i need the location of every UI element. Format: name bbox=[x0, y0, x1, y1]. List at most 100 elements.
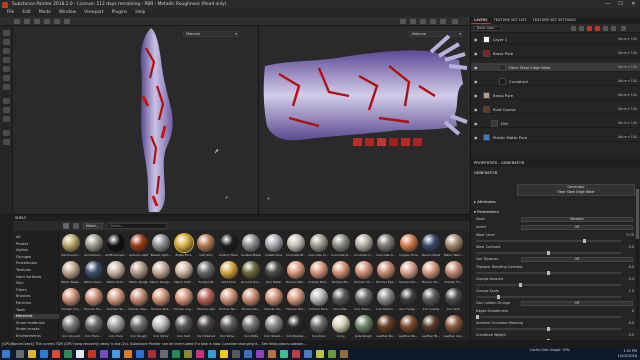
app-icon[interactable] bbox=[316, 350, 324, 358]
generator-selector[interactable]: Generator Fiber Steel Edge Wear bbox=[517, 184, 635, 196]
material-tile[interactable]: Carbon Fiber bbox=[218, 233, 240, 259]
material-tile[interactable]: Iron Ground bbox=[60, 314, 82, 340]
eye-visibility-icon[interactable]: ◉ bbox=[474, 135, 478, 140]
app-icon[interactable] bbox=[292, 350, 300, 358]
material-tile[interactable]: Aluminium... bbox=[83, 233, 105, 259]
viewport-2d[interactable]: Material ▾ ➚ ✛ bbox=[13, 26, 258, 214]
material-tile[interactable]: Iron Ham... bbox=[83, 314, 105, 340]
layer-row[interactable]: ◉ Brass Pure Norm ▾ 100 bbox=[471, 49, 640, 58]
material-tile[interactable]: Iron Forge... bbox=[398, 287, 420, 313]
shelf-category[interactable]: Alphas bbox=[16, 248, 28, 253]
texture-set-icon[interactable] bbox=[3, 98, 10, 104]
menu-plugins[interactable]: Plugins bbox=[108, 9, 132, 17]
material-tile[interactable]: Footprints bbox=[195, 260, 217, 286]
angle-icon[interactable] bbox=[54, 19, 60, 24]
material-tile[interactable]: Iron Grainy bbox=[420, 287, 442, 313]
material-tile[interactable]: Human Eye... bbox=[375, 260, 397, 286]
viewport-3d[interactable]: Material ▾ ✛ bbox=[258, 26, 470, 214]
material-tile[interactable]: Aluminium... bbox=[60, 233, 82, 259]
layer-row[interactable]: ◉ Curvature Norm ▾ 100 bbox=[471, 77, 640, 86]
substance-painter-icon[interactable] bbox=[148, 350, 156, 358]
duplicate-layer-icon[interactable] bbox=[611, 26, 616, 31]
app-icon[interactable] bbox=[256, 350, 264, 358]
material-tile[interactable]: Gold Pure bbox=[218, 260, 240, 286]
polygon-fill-icon[interactable] bbox=[3, 57, 10, 63]
slider-handle[interactable] bbox=[547, 271, 550, 275]
projection-icon[interactable] bbox=[3, 48, 10, 54]
param-value[interactable]: 0.5 bbox=[629, 333, 634, 338]
app-icon[interactable] bbox=[172, 350, 180, 358]
material-tile[interactable]: Denim Rivet bbox=[420, 233, 442, 259]
eye-visibility-icon[interactable]: ◉ bbox=[474, 51, 478, 56]
material-tile[interactable]: Leather Bi... bbox=[420, 314, 442, 340]
tab-texture-set-settings[interactable]: TEXTURE SET SETTINGS bbox=[530, 17, 579, 24]
material-tile[interactable]: Human Fac... bbox=[398, 260, 420, 286]
material-tile[interactable]: Concrete S... bbox=[353, 233, 375, 259]
scrollbar-thumb[interactable] bbox=[636, 189, 639, 239]
tab-texture-set-list[interactable]: TEXTURE SET LIST bbox=[491, 17, 530, 24]
material-tile[interactable]: Gun Metal bbox=[263, 260, 285, 286]
app-icon[interactable] bbox=[232, 350, 240, 358]
material-tile[interactable]: Human Fo... bbox=[443, 260, 465, 286]
app-icon[interactable] bbox=[88, 350, 96, 358]
app-icon[interactable] bbox=[184, 350, 192, 358]
material-tile[interactable]: Iron Slat bbox=[173, 314, 195, 340]
param-slider[interactable] bbox=[476, 239, 621, 243]
app-icon[interactable] bbox=[160, 350, 168, 358]
material-tile[interactable]: Iron Diamo... bbox=[375, 287, 397, 313]
windows-start-icon[interactable] bbox=[2, 350, 10, 358]
material-tile[interactable]: Fabric Rough bbox=[128, 260, 150, 286]
param-dropdown[interactable]: Random bbox=[521, 217, 633, 222]
file-explorer-icon[interactable] bbox=[28, 350, 36, 358]
layer-row[interactable]: ◉ Fiber Steel Edge Wear Norm ▾ 100 bbox=[471, 63, 640, 72]
param-value[interactable]: 0.75 bbox=[626, 233, 634, 238]
material-tile[interactable]: Leather Cla... bbox=[443, 314, 465, 340]
app-icon[interactable] bbox=[220, 350, 228, 358]
app-icon[interactable] bbox=[340, 350, 348, 358]
layer-row[interactable]: ◉ Rust Coarse Norm ▾ 100 bbox=[471, 105, 640, 114]
edge-icon[interactable] bbox=[40, 350, 48, 358]
layer-blend-opacity[interactable]: Norm ▾ 100 bbox=[618, 105, 637, 114]
material-tile[interactable]: Concrete S... bbox=[375, 233, 397, 259]
param-value[interactable]: 0.3 bbox=[629, 277, 634, 282]
param-value[interactable]: 0 bbox=[632, 309, 634, 314]
color-picker-icon[interactable] bbox=[3, 84, 10, 90]
smudge-icon[interactable] bbox=[3, 66, 10, 72]
app-icon[interactable] bbox=[280, 350, 288, 358]
menu-edit[interactable]: Edit bbox=[18, 9, 35, 17]
param-value[interactable]: 0.5 bbox=[629, 245, 634, 250]
material-tile[interactable]: Iron Shiny bbox=[150, 314, 172, 340]
layer-blend-opacity[interactable]: Norm ▾ 100 bbox=[618, 119, 637, 128]
viewport-layout-icon[interactable] bbox=[452, 19, 458, 24]
display-settings-icon[interactable] bbox=[420, 19, 426, 24]
material-tile[interactable]: Iron Rough bbox=[128, 314, 150, 340]
menu-file[interactable]: File bbox=[3, 9, 18, 17]
shelf-category[interactable]: Procedurals bbox=[16, 261, 37, 266]
layer-blend-opacity[interactable]: Norm ▾ 100 bbox=[618, 77, 637, 86]
shelf-filter-tag[interactable]: Materi... bbox=[83, 223, 103, 229]
material-tile[interactable]: Human Bu... bbox=[330, 260, 352, 286]
material-tile[interactable]: Human Fe... bbox=[420, 260, 442, 286]
layer-row[interactable]: ◉ Dirt Norm ▾ 100 bbox=[471, 119, 640, 128]
slider-handle[interactable] bbox=[497, 295, 500, 299]
param-slider[interactable] bbox=[476, 283, 621, 287]
material-tile[interactable]: Iron Pure bbox=[308, 314, 330, 340]
param-slider[interactable] bbox=[476, 295, 621, 299]
slider-handle[interactable] bbox=[476, 315, 479, 319]
material-tile[interactable]: Concrete Bl... bbox=[285, 233, 307, 259]
material-tile[interactable]: Human Ch... bbox=[353, 260, 375, 286]
material-tile[interactable]: Concrete D... bbox=[330, 233, 352, 259]
render-icon[interactable] bbox=[430, 19, 436, 24]
spacing-icon[interactable] bbox=[44, 19, 50, 24]
material-tile[interactable]: Human Bell... bbox=[308, 260, 330, 286]
material-tile[interactable]: Brass Pure bbox=[173, 233, 195, 259]
parameters-section-title[interactable]: ▾ Parameters bbox=[474, 209, 499, 215]
material-tile[interactable]: Iron Chai... bbox=[330, 287, 352, 313]
material-tile[interactable]: Jade Rough bbox=[353, 314, 375, 340]
param-value[interactable]: 0.5 bbox=[629, 265, 634, 270]
material-tile[interactable]: Iron Stained bbox=[195, 314, 217, 340]
material-tile[interactable]: Fabric Base... bbox=[60, 260, 82, 286]
slider-handle[interactable] bbox=[547, 327, 550, 331]
param-slider[interactable] bbox=[476, 251, 621, 255]
shader-icon[interactable] bbox=[3, 116, 10, 122]
